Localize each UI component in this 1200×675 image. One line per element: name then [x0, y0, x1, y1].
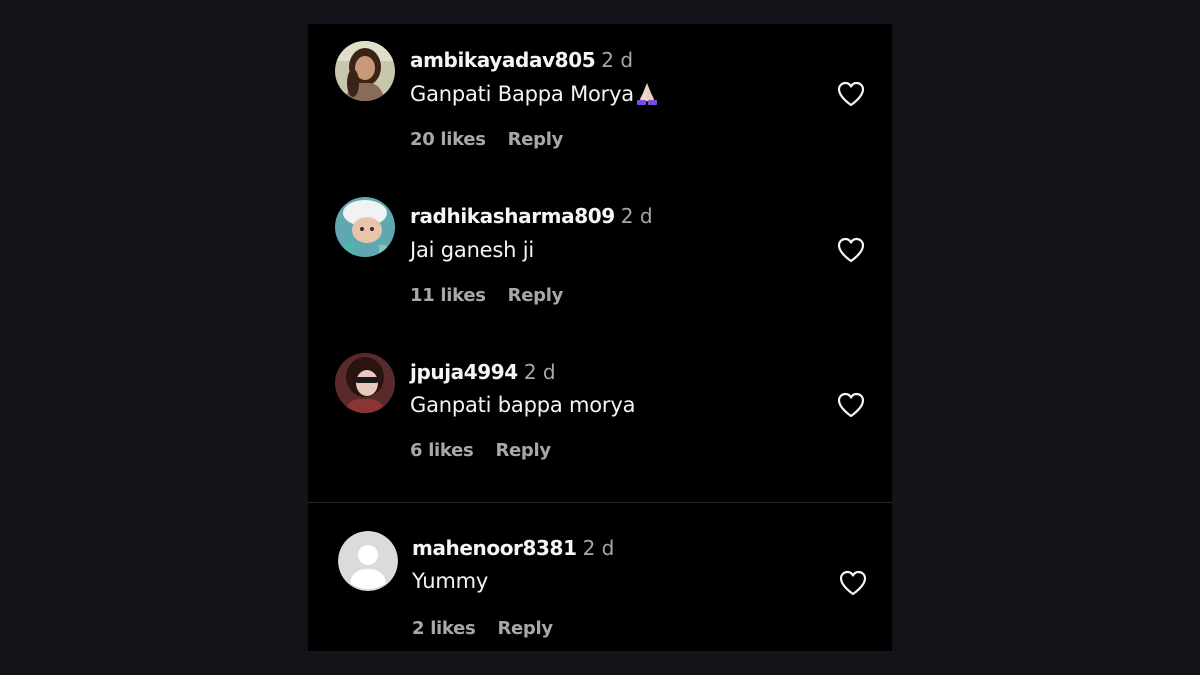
comment-meta: 11 likes Reply: [410, 284, 563, 308]
heart-outline-icon[interactable]: [836, 80, 866, 108]
comment-header: ambikayadav805 2 d: [410, 48, 633, 74]
default-avatar-icon[interactable]: [338, 531, 398, 591]
comment-text: Ganpati Bappa Morya: [410, 81, 658, 107]
like-count[interactable]: 6 likes: [410, 440, 474, 461]
avatar[interactable]: [335, 353, 395, 413]
comment-text: Jai ganesh ji: [410, 238, 534, 262]
folded-hands-emoji: [636, 81, 658, 105]
section-divider: [308, 502, 892, 503]
comment-item: jpuja4994 2 d Ganpati bappa morya 6 likes…: [308, 336, 892, 486]
comment-username[interactable]: radhikasharma809: [410, 204, 615, 228]
like-count[interactable]: 20 likes: [410, 129, 486, 150]
comment-timestamp[interactable]: 2 d: [583, 536, 615, 560]
comment-timestamp[interactable]: 2 d: [601, 48, 633, 72]
comment-username[interactable]: ambikayadav805: [410, 48, 596, 72]
comment-username[interactable]: mahenoor8381: [412, 536, 577, 560]
comment-header: mahenoor8381 2 d: [412, 536, 614, 562]
avatar[interactable]: [335, 197, 395, 257]
avatar[interactable]: [335, 41, 395, 101]
like-count[interactable]: 11 likes: [410, 285, 486, 306]
comment-timestamp[interactable]: 2 d: [621, 204, 653, 228]
comment-text: Yummy: [412, 569, 489, 593]
reply-button[interactable]: Reply: [508, 285, 564, 306]
reply-button[interactable]: Reply: [508, 129, 564, 150]
comment-meta: 6 likes Reply: [410, 439, 551, 463]
comment-timestamp[interactable]: 2 d: [524, 360, 556, 384]
heart-outline-icon[interactable]: [838, 569, 868, 597]
comment-header: jpuja4994 2 d: [410, 360, 556, 386]
comments-panel: ambikayadav805 2 d Ganpati Bappa Morya 20…: [308, 24, 892, 651]
like-count[interactable]: 2 likes: [412, 618, 476, 639]
comment-item: radhikasharma809 2 d Jai ganesh ji 11 lik…: [308, 180, 892, 330]
comment-username[interactable]: jpuja4994: [410, 360, 518, 384]
comment-text: Ganpati bappa morya: [410, 393, 636, 417]
comment-meta: 2 likes Reply: [412, 617, 553, 641]
comment-meta: 20 likes Reply: [410, 128, 563, 152]
reply-button[interactable]: Reply: [497, 618, 553, 639]
reply-button[interactable]: Reply: [495, 440, 551, 461]
heart-outline-icon[interactable]: [836, 391, 866, 419]
comment-text-body: Ganpati Bappa Morya: [410, 82, 634, 106]
heart-outline-icon[interactable]: [836, 236, 866, 264]
comment-item: mahenoor8381 2 d Yummy 2 likes Reply: [308, 514, 892, 651]
comment-item: ambikayadav805 2 d Ganpati Bappa Morya 20…: [308, 24, 892, 174]
comment-header: radhikasharma809 2 d: [410, 204, 653, 230]
